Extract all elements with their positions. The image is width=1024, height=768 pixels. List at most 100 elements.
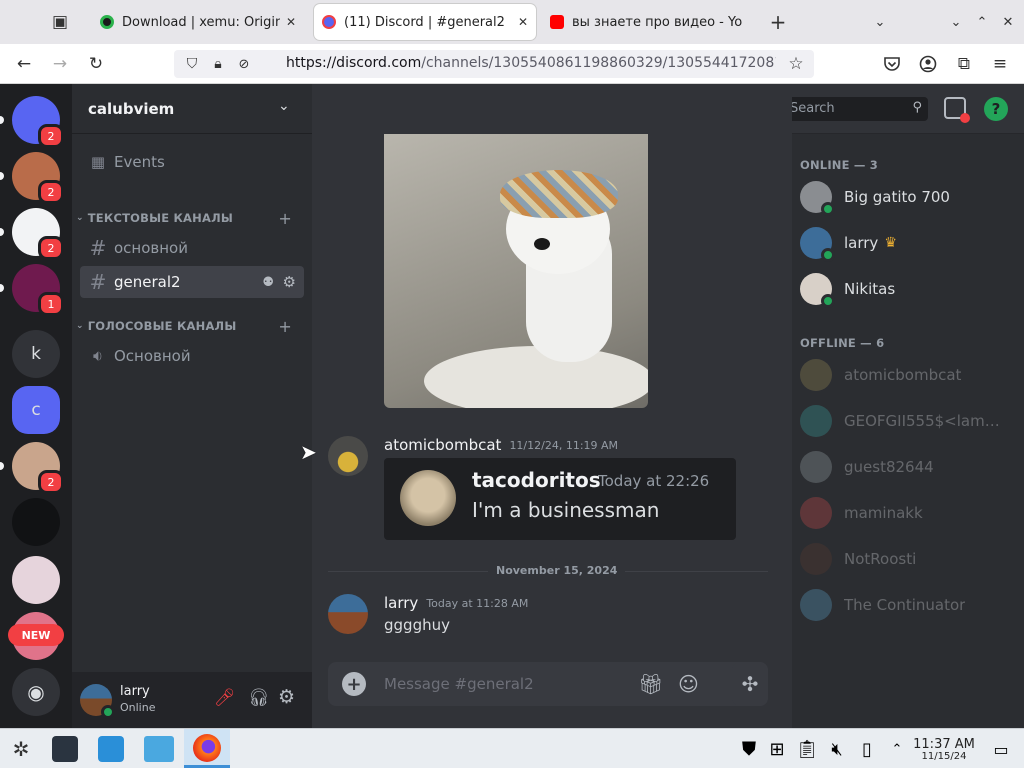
message-author[interactable]: larry	[384, 594, 418, 612]
gear-icon[interactable]: ⚙	[283, 273, 296, 291]
apps-icon[interactable]: ✣	[732, 662, 768, 706]
clock-date[interactable]: 11/15/24	[908, 751, 980, 762]
shield-icon[interactable]: ⛊	[734, 734, 764, 764]
member-item[interactable]: NotRoosti	[800, 538, 1016, 580]
browser-tab-xemu[interactable]: Download | xemu: Origina ✕	[92, 4, 304, 40]
user-panel: larry Online 🎤︎ 🎧︎ ⚙	[72, 672, 312, 728]
avatar[interactable]	[328, 594, 368, 634]
user-name[interactable]: larry	[120, 684, 150, 699]
server-icon[interactable]: 2	[0, 208, 64, 260]
search-input[interactable]: Search ⚲	[784, 97, 928, 121]
permissions-icon[interactable]: ⊘	[232, 52, 256, 76]
message-composer[interactable]: + Message #general2 🎁︎ ☺	[328, 662, 768, 706]
category-voice-channels[interactable]: ⌄ ГОЛОСОВЫЕ КАНАЛЫ +	[76, 316, 304, 336]
battery-icon[interactable]: ▯	[852, 734, 882, 764]
create-channel-icon[interactable]: +	[278, 209, 292, 228]
system-settings-icon[interactable]	[50, 734, 80, 764]
close-tab-icon[interactable]: ✕	[286, 15, 296, 29]
server-icon[interactable]	[12, 498, 60, 546]
clock-time[interactable]: 11:37 AM	[908, 737, 980, 752]
volume-muted-icon[interactable]: 🔇︎	[822, 734, 852, 764]
minimize-window-icon[interactable]: ⌄	[944, 10, 968, 34]
discord-favicon-icon	[322, 15, 336, 29]
forwarded-embed[interactable]: tacodoritos Today at 22:26 I'm a busines…	[384, 458, 736, 540]
clipboard-icon[interactable]: 📋︎	[792, 734, 822, 764]
member-name: atomicbombcat	[844, 366, 962, 384]
close-window-icon[interactable]: ✕	[996, 10, 1020, 34]
avatar[interactable]	[80, 684, 115, 719]
extensions-icon[interactable]: ⧉	[952, 52, 976, 76]
message-author[interactable]: atomicbombcat	[384, 436, 501, 454]
chevron-down-icon[interactable]: ⌄	[278, 98, 290, 114]
server-icon[interactable]: 2	[0, 96, 64, 148]
member-item[interactable]: guest82644	[800, 446, 1016, 488]
forward-icon[interactable]: →	[48, 52, 72, 76]
close-tab-icon[interactable]: ✕	[518, 15, 528, 29]
server-icon[interactable]	[12, 556, 60, 604]
new-badge[interactable]: NEW	[8, 624, 64, 646]
browser-tab-discord[interactable]: (11) Discord | #general2 ✕	[314, 4, 536, 40]
tab-list-icon[interactable]: ▣	[48, 10, 72, 34]
app-launcher-icon[interactable]: ✲	[6, 734, 36, 764]
user-settings-gear-icon[interactable]: ⚙	[278, 686, 295, 708]
muted-microphone-icon[interactable]: 🎤︎	[214, 688, 236, 708]
tracking-shield-icon[interactable]: ⛉	[180, 52, 204, 76]
show-desktop-icon[interactable]: ▭	[986, 734, 1016, 764]
voice-channel-osnovnoy[interactable]: 🔉︎ Основной	[80, 340, 304, 372]
pocket-icon[interactable]	[880, 52, 904, 76]
invite-user-icon[interactable]: ⚉	[262, 275, 274, 290]
member-item[interactable]: GEOFGII555$<lambd...	[800, 400, 1016, 442]
image-attachment[interactable]	[384, 134, 648, 408]
online-status-icon	[821, 248, 835, 262]
emoji-icon[interactable]: ☺	[678, 672, 699, 696]
reload-icon[interactable]: ↻	[84, 52, 108, 76]
inbox-icon[interactable]	[944, 97, 970, 123]
firefox-task[interactable]	[184, 729, 230, 768]
guild-header[interactable]: calubviem ⌄	[72, 84, 312, 134]
member-item[interactable]: Nikitas	[800, 268, 1016, 310]
upload-plus-icon[interactable]: +	[342, 672, 366, 696]
create-channel-icon[interactable]: +	[278, 317, 292, 336]
menu-icon[interactable]: ≡	[988, 52, 1012, 76]
member-item[interactable]: Big gatito 700	[800, 176, 1016, 218]
discover-servers-icon[interactable]: ◉	[12, 668, 60, 716]
category-text-channels[interactable]: ⌄ ТЕКСТОВЫЕ КАНАЛЫ +	[76, 208, 304, 228]
browser-tab-youtube[interactable]: вы знаете про видео - Yo	[542, 4, 754, 40]
avatar	[800, 543, 832, 575]
url-text[interactable]: https://discord.com/channels/13055408611…	[286, 55, 776, 71]
avatar	[800, 273, 835, 308]
account-icon[interactable]	[916, 52, 940, 76]
back-icon[interactable]: ←	[12, 52, 36, 76]
avatar[interactable]	[328, 436, 368, 476]
help-icon[interactable]: ?	[984, 97, 1008, 121]
maximize-window-icon[interactable]: ⌃	[970, 10, 994, 34]
member-name: guest82644	[844, 458, 934, 476]
member-item[interactable]: atomicbombcat	[800, 354, 1016, 396]
update-notice-icon[interactable]: ⊞	[762, 734, 792, 764]
server-icon[interactable]: 1	[0, 264, 64, 316]
channel-label: Основной	[114, 347, 191, 365]
channel-item-osnovnoy[interactable]: # основной	[80, 232, 304, 264]
gift-icon[interactable]: 🎁︎	[638, 672, 663, 696]
chevron-down-icon: ⌄	[76, 213, 84, 223]
lock-icon[interactable]: 🔒︎	[206, 52, 230, 76]
member-item[interactable]: maminakk	[800, 492, 1016, 534]
file-manager-icon[interactable]	[144, 734, 174, 764]
server-icon[interactable]: c	[12, 386, 60, 434]
new-tab-button[interactable]: +	[766, 10, 790, 34]
list-all-tabs-icon[interactable]: ⌄	[868, 10, 892, 34]
headphones-icon[interactable]: 🎧︎	[248, 688, 270, 708]
url-bar[interactable]: ⛉ 🔒︎ ⊘ https://discord.com/channels/1305…	[174, 50, 814, 78]
channel-item-general2[interactable]: # general2 ⚉ ⚙	[80, 266, 304, 298]
member-name: maminakk	[844, 504, 923, 522]
bookmark-star-icon[interactable]: ☆	[784, 52, 808, 76]
server-icon[interactable]: k	[12, 330, 60, 378]
server-icon[interactable]: 2	[0, 442, 64, 494]
server-icon[interactable]: 2	[0, 152, 64, 204]
member-item[interactable]: The Continuator	[800, 584, 1016, 626]
events-item[interactable]: ▦ Events	[80, 146, 304, 178]
speaker-icon: 🔉︎	[92, 346, 104, 365]
member-item[interactable]: larry ♛	[800, 222, 1016, 264]
discover-icon[interactable]	[96, 734, 126, 764]
message-input[interactable]: Message #general2	[384, 675, 534, 693]
